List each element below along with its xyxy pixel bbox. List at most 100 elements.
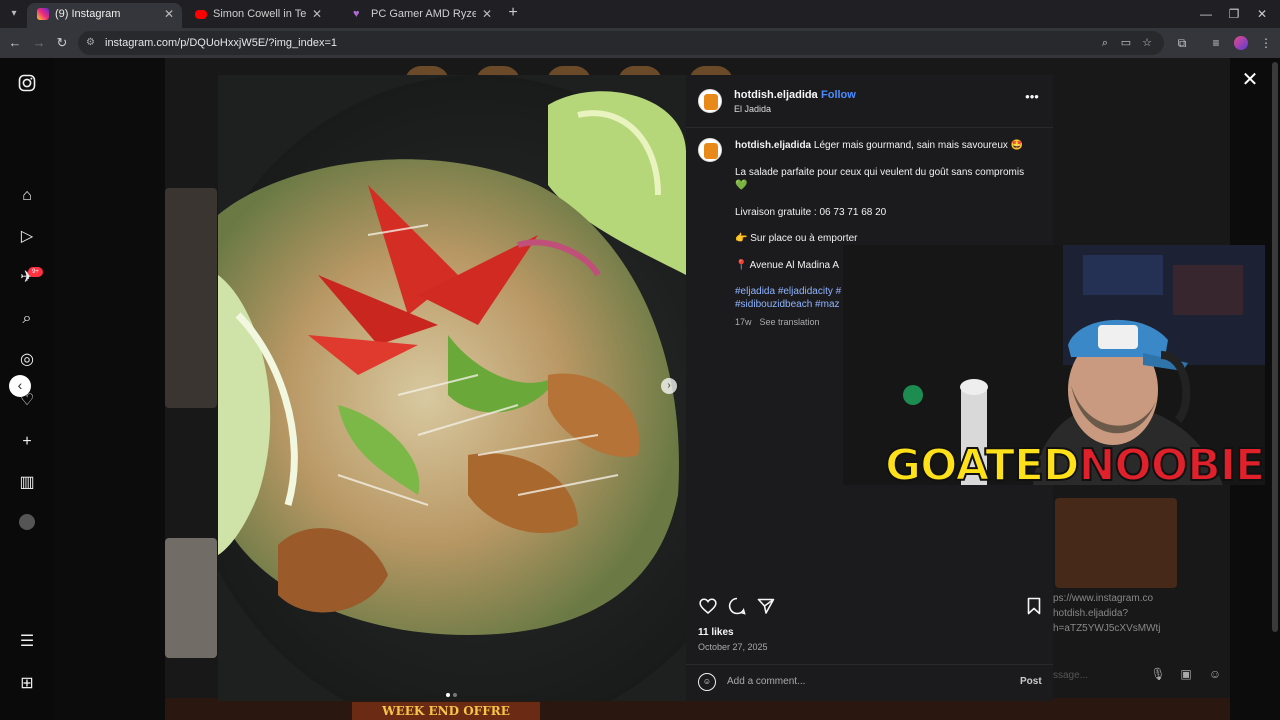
hotdish-logo-icon — [704, 94, 718, 110]
tab-close-icon[interactable]: ✕ — [312, 3, 322, 25]
instagram-favicon-icon — [37, 8, 49, 20]
reels-icon[interactable]: ▷ — [17, 227, 37, 247]
author-username[interactable]: hotdish.eljadida — [734, 89, 818, 101]
hotdish-logo-icon — [704, 143, 718, 159]
goatednoobie-logo: GOATEDNOOBIE — [884, 440, 1267, 491]
caption-avatar[interactable] — [698, 138, 722, 162]
new-tab-button[interactable]: + — [504, 4, 522, 22]
menu-dots-icon[interactable]: ⋮ — [1258, 35, 1274, 51]
like-icon[interactable] — [698, 596, 718, 616]
tab-pc-gamer[interactable]: ♥ PC Gamer AMD Ryzen 7 5700X ✕ — [343, 3, 500, 28]
caption-line: Livraison gratuite : 06 73 71 68 20 — [735, 207, 887, 218]
tab-label: PC Gamer AMD Ryzen 7 5700X — [371, 8, 476, 20]
salad-photo — [218, 75, 686, 701]
sticker-icon: ☺ — [1208, 667, 1222, 681]
post-date: October 27, 2025 — [698, 642, 768, 652]
divider — [686, 664, 1053, 665]
caption-text: Léger mais gourmand, sain mais savoureux… — [813, 140, 1024, 151]
caption-line: La salade parfaite pour ceux qui veulent… — [735, 167, 1025, 178]
carousel-dot-active — [446, 693, 450, 697]
chat-message-input: ssage... — [1053, 670, 1089, 681]
profile-avatar[interactable] — [1234, 36, 1248, 50]
chat-link-line: hotdish.eljadida? — [1053, 608, 1129, 619]
post-comment-button[interactable]: Post — [1020, 676, 1042, 687]
bookmark-star-icon[interactable]: ☆ — [1140, 36, 1154, 50]
image-icon: ▣ — [1180, 667, 1192, 681]
instagram-logo-icon[interactable] — [17, 74, 37, 94]
also-from-meta-icon[interactable]: ⊞ — [17, 674, 37, 694]
tab-youtube[interactable]: Simon Cowell in Tears As Micha ✕ — [185, 3, 330, 28]
post-age: 17w — [735, 317, 752, 327]
see-translation-link[interactable]: See translation — [760, 317, 820, 327]
forward-icon[interactable]: → — [31, 35, 47, 51]
instagram-page: ps://www.instagram.co hotdish.eljadida? … — [0, 58, 1280, 720]
save-bookmark-icon[interactable] — [1024, 596, 1044, 616]
tab-close-icon[interactable]: ✕ — [164, 3, 174, 25]
tab-instagram[interactable]: (9) Instagram ✕ — [27, 3, 182, 28]
tab-search-button[interactable]: ▾ — [6, 6, 22, 22]
scrollbar-thumb[interactable] — [1272, 62, 1278, 632]
home-icon[interactable]: ⌂ — [17, 186, 37, 206]
messages-badge: 9+ — [28, 267, 43, 277]
caption-meta: 17w See translation — [735, 317, 828, 327]
post-location[interactable]: El Jadida — [734, 104, 771, 114]
browser-tabstrip: ▾ (9) Instagram ✕ Simon Cowell in Tears … — [0, 0, 1280, 28]
url-text: instagram.com/p/DQUoHxxjW5E/?img_index=1 — [105, 37, 338, 49]
separator-dot: • — [811, 89, 815, 101]
next-image-button[interactable]: › — [661, 378, 677, 394]
address-bar[interactable]: ⚙ instagram.com/p/DQUoHxxjW5E/?img_index… — [78, 31, 1164, 55]
caption-line: 👉 Sur place ou à emporter — [735, 233, 858, 244]
dashboard-icon[interactable]: ▥ — [17, 473, 37, 493]
page-scrollbar[interactable] — [1270, 58, 1280, 720]
create-icon[interactable]: + — [17, 432, 37, 452]
caption-hashtags[interactable]: #sidibouzidbeach #maz — [735, 299, 840, 310]
youtube-favicon-icon — [195, 10, 207, 19]
close-modal-icon[interactable]: ✕ — [1240, 70, 1260, 90]
caption-line: 💚 — [735, 180, 748, 191]
browser-toolbar: ← → ↻ ⚙ instagram.com/p/DQUoHxxjW5E/?img… — [0, 28, 1280, 58]
add-comment-input[interactable]: Add a comment... — [727, 676, 805, 687]
tab-label: (9) Instagram — [55, 8, 121, 20]
window-close-icon[interactable]: ✕ — [1252, 6, 1272, 22]
divider — [686, 127, 1053, 128]
carousel-dots — [446, 684, 460, 701]
media-control-icon[interactable]: ≡ — [1208, 35, 1224, 51]
minimize-icon[interactable]: — — [1196, 6, 1216, 22]
zoom-icon[interactable]: ⌕ — [1098, 36, 1112, 50]
brand-noobie: NOOBIE — [1078, 440, 1267, 491]
heart-favicon-icon: ♥ — [353, 8, 360, 20]
background-bottom-strip — [165, 698, 1230, 720]
back-icon[interactable]: ← — [7, 35, 23, 51]
more-options-icon[interactable]: ••• — [1024, 90, 1040, 104]
caption-line: 📍 Avenue Al Madina A — [735, 260, 840, 271]
follow-button[interactable]: Follow — [821, 89, 856, 101]
more-menu-icon[interactable]: ☰ — [17, 632, 37, 652]
tab-close-icon[interactable]: ✕ — [482, 3, 492, 25]
likes-count[interactable]: 11 likes — [698, 627, 734, 638]
share-icon[interactable] — [756, 596, 776, 616]
extensions-icon[interactable]: ⧉ — [1174, 35, 1190, 51]
previous-post-button[interactable]: ‹ — [9, 375, 31, 397]
chat-link-line: h=aTZ5YWJ5cXVsMWtj — [1053, 623, 1161, 634]
week-end-offer-banner: WEEK END OFFRE — [352, 702, 540, 720]
caption-username[interactable]: hotdish.eljadida — [735, 140, 811, 151]
site-info-icon[interactable]: ⚙ — [86, 37, 98, 49]
brand-goated: GOATED — [884, 440, 1081, 491]
background-post-thumb — [165, 188, 217, 408]
chat-link-line: ps://www.instagram.co — [1053, 593, 1154, 604]
background-chat-images — [1055, 498, 1177, 588]
microphone-icon: 🎙 — [1150, 667, 1166, 681]
comment-icon[interactable] — [727, 596, 747, 616]
background-post-thumb — [165, 538, 217, 658]
profile-avatar-icon[interactable] — [19, 514, 35, 530]
post-image[interactable]: › — [218, 75, 686, 701]
restore-icon[interactable]: ❐ — [1224, 6, 1244, 22]
caption-first-line: hotdish.eljadida Léger mais gourmand, sa… — [735, 140, 1023, 151]
search-icon[interactable]: ⌕ — [17, 309, 37, 329]
explore-icon[interactable]: ◎ — [17, 350, 37, 370]
install-app-icon[interactable]: ▭ — [1119, 36, 1133, 50]
caption-hashtags[interactable]: #eljadida #eljadidacity # — [735, 286, 841, 297]
emoji-icon[interactable]: ☺ — [698, 673, 716, 691]
author-avatar[interactable] — [698, 89, 722, 113]
reload-icon[interactable]: ↻ — [54, 35, 70, 51]
